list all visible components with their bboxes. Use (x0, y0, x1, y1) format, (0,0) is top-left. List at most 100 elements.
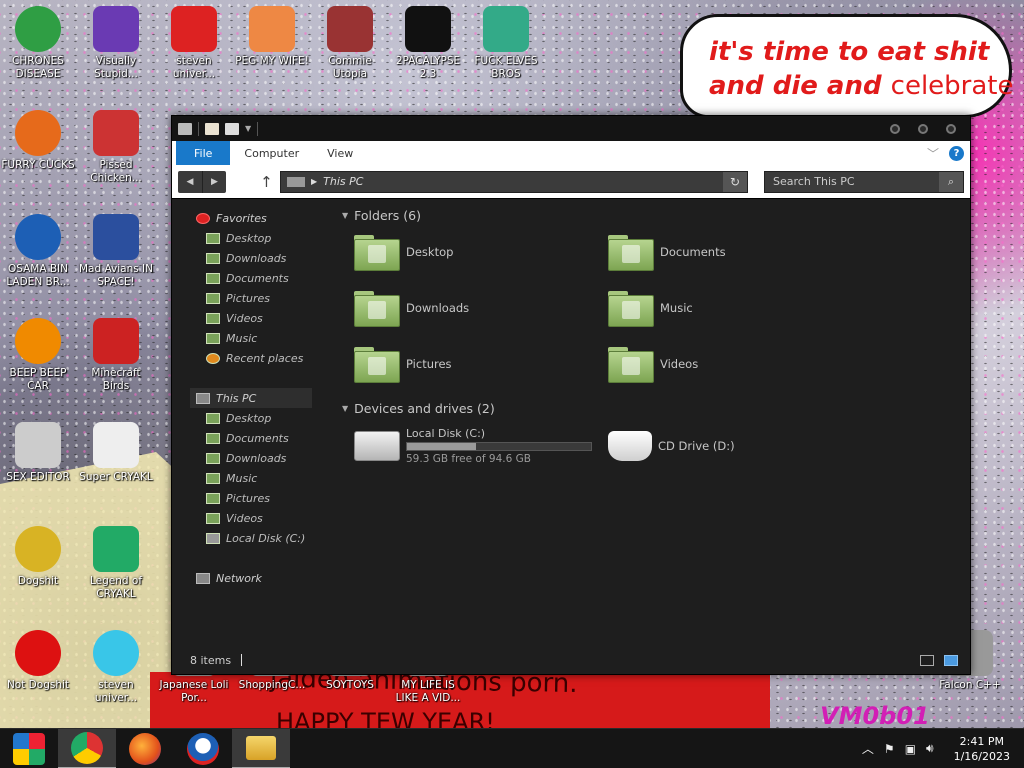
folders-header[interactable]: ▼ Folders (6) (342, 208, 421, 223)
desktop-icon[interactable]: steven univer... (156, 6, 232, 81)
folder-tile[interactable]: Desktop (354, 228, 604, 276)
desktop-icon-label: CHRONES DISEASE (12, 55, 64, 80)
nav-this-pc[interactable]: This PC (190, 388, 312, 408)
folder-icon (206, 472, 220, 484)
drive-free-space: 59.3 GB free of 94.6 GB (406, 453, 531, 465)
collapse-caret-icon[interactable]: ▼ (342, 404, 348, 413)
folder-icon (206, 412, 220, 424)
desktop-icon[interactable]: Visually Stupid... (78, 6, 154, 81)
speech-line-2: and die and celebrate (709, 69, 1013, 103)
show-hidden-icons-icon[interactable]: ︿ (862, 740, 874, 757)
search-icon[interactable]: ⌕ (939, 171, 963, 192)
desktop-icon[interactable]: OSAMA BIN LADEN BR... (0, 214, 76, 289)
title-bar[interactable]: ▼ (172, 116, 970, 141)
desktop-icon[interactable]: Commie Utopia (312, 6, 388, 81)
details-view-icon[interactable] (920, 654, 934, 666)
address-bar[interactable]: ▶ This PC ↻ (280, 170, 748, 193)
devices-header-label: Devices and drives (2) (354, 401, 495, 416)
tab-view[interactable]: View (313, 141, 367, 165)
desktop-icon-label: steven univer... (94, 679, 138, 704)
desktop-icon[interactable]: PEG MY WIFE! (234, 6, 310, 68)
vlc-icon (15, 318, 61, 364)
chevron-down-icon[interactable]: ▼ (245, 124, 251, 133)
tab-computer[interactable]: Computer (230, 141, 313, 165)
nav-item[interactable]: Music (172, 328, 322, 348)
explorer-window[interactable]: ▼ File Computer View ﹀ ? ◀ ▶ ↑ ▶ This PC… (171, 115, 971, 675)
nav-item[interactable]: Pictures (172, 488, 322, 508)
desktop-icon-label: Minecraft Birds (91, 367, 141, 392)
nav-gap (172, 368, 322, 388)
clock[interactable]: 2:41 PM 1/16/2023 (954, 734, 1010, 764)
folder-tile[interactable]: Videos (608, 340, 858, 388)
elves-icon (483, 6, 529, 52)
network-icon[interactable]: ▣ (905, 742, 916, 756)
flag-icon[interactable]: ⚑ (884, 742, 895, 756)
search-box[interactable]: Search This PC ⌕ (764, 170, 964, 193)
nav-network[interactable]: Network (172, 568, 322, 588)
volume-icon[interactable]: 🔊︎ (926, 741, 934, 756)
back-button[interactable]: ◀ (178, 171, 202, 193)
nav-item[interactable]: Desktop (172, 408, 322, 428)
search-input[interactable]: Search This PC (765, 175, 939, 188)
nav-favorites[interactable]: Favorites (172, 208, 322, 228)
desktop-icon[interactable]: Dogshit (0, 526, 76, 588)
nav-item[interactable]: Downloads (172, 248, 322, 268)
desktop-icon[interactable]: steven univer... (78, 630, 154, 705)
folder-tile[interactable]: Downloads (354, 284, 604, 332)
folder-icon (206, 232, 220, 244)
desktop-icon[interactable]: Legend of CRYAKL (78, 526, 154, 601)
breadcrumb-arrow-icon[interactable]: ▶ (311, 177, 317, 186)
nav-item[interactable]: Recent places (172, 348, 322, 368)
nav-item[interactable]: Videos (172, 308, 322, 328)
nav-item[interactable]: Downloads (172, 448, 322, 468)
nav-item[interactable]: Pictures (172, 288, 322, 308)
desktop-icon[interactable]: SEX EDITOR (0, 422, 76, 484)
nav-item[interactable]: Music (172, 468, 322, 488)
close-button[interactable] (946, 123, 956, 134)
help-icon[interactable]: ? (949, 145, 964, 161)
folder-tile[interactable]: Pictures (354, 340, 604, 388)
folder-tile[interactable]: Music (608, 284, 858, 332)
desktop-icon[interactable]: Mad Avians IN SPACE! (78, 214, 154, 289)
drive-local-disk-c[interactable]: Local Disk (C:) 59.3 GB free of 94.6 GB (354, 422, 604, 470)
minimize-button[interactable] (890, 123, 900, 134)
taskbar-firefox[interactable] (116, 729, 174, 768)
tab-file[interactable]: File (176, 141, 231, 165)
nav-item[interactable]: Local Disk (C:) (172, 528, 322, 548)
nav-item[interactable]: Videos (172, 508, 322, 528)
desktop-icon[interactable]: Minecraft Birds (78, 318, 154, 393)
desktop-icon-label: SOYTOYS (326, 679, 374, 691)
nav-item[interactable]: Desktop (172, 228, 322, 248)
folder-tile[interactable]: Documents (608, 228, 858, 276)
desktop-icon[interactable]: Super CRYAKL (78, 422, 154, 484)
folder-icon (246, 735, 276, 760)
nav-item[interactable]: Documents (172, 428, 322, 448)
window-icon[interactable] (178, 122, 192, 135)
up-arrow-icon[interactable]: ↑ (259, 173, 274, 191)
desktop-icon-label: Japanese Loli Por... (159, 679, 229, 704)
properties-icon[interactable] (205, 122, 219, 135)
desktop-icon[interactable]: CHRONES DISEASE (0, 6, 76, 81)
desktop-icon[interactable]: Not Dogshit (0, 630, 76, 692)
maximize-button[interactable] (918, 123, 928, 134)
taskbar-explorer[interactable] (232, 728, 290, 768)
refresh-icon[interactable]: ↻ (723, 171, 747, 192)
desktop-icon[interactable]: BEEP BEEP CAR (0, 318, 76, 393)
desktop-icon-label: ShoppingC... (238, 679, 306, 691)
taskbar-chrome[interactable] (58, 728, 116, 768)
devices-header[interactable]: ▼ Devices and drives (2) (342, 401, 495, 416)
expand-ribbon-icon[interactable]: ﹀ (927, 145, 939, 162)
desktop-icon[interactable]: FUCK ELVES BROS (468, 6, 544, 81)
taskbar-obama[interactable] (174, 729, 232, 768)
start-button[interactable] (0, 729, 58, 768)
new-folder-icon[interactable] (225, 122, 239, 135)
nav-item-label: Pictures (226, 491, 271, 505)
collapse-caret-icon[interactable]: ▼ (342, 211, 348, 220)
forward-button[interactable]: ▶ (202, 170, 226, 193)
nav-item[interactable]: Documents (172, 268, 322, 288)
desktop-icon[interactable]: FURRY CUCKS (0, 110, 76, 172)
large-icons-view-icon[interactable] (944, 654, 958, 666)
drive-cd-d[interactable]: CD Drive (D:) (608, 422, 858, 470)
desktop-icon[interactable]: Pissed Chicken... (78, 110, 154, 185)
desktop-icon[interactable]: 2PACALYPSE 2.3 (390, 6, 466, 81)
